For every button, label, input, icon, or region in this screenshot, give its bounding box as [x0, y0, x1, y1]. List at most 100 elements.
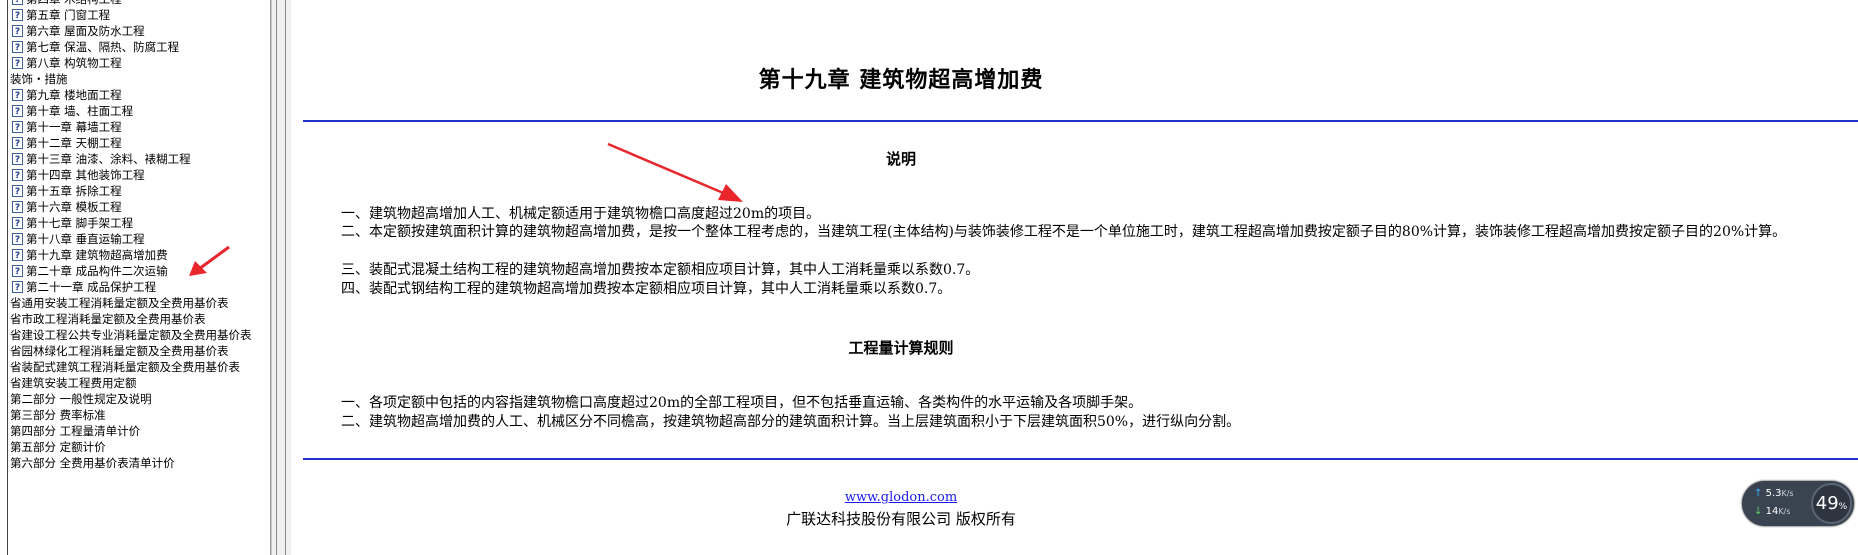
tree-category-item[interactable]: 省市政工程消耗量定额及全费用基价表	[8, 311, 270, 327]
tree-doc-item[interactable]: ? 第五章 门窗工程	[8, 7, 270, 23]
download-arrow-icon: ↓	[1754, 506, 1763, 517]
tree-item-label: 第二部分 一般性规定及说明	[10, 392, 152, 406]
divider-top	[303, 120, 1858, 122]
help-page-icon: ?	[12, 105, 23, 117]
tree-category-item[interactable]: 省建设工程公共专业消耗量定额及全费用基价表	[8, 327, 270, 343]
tree-doc-item[interactable]: ?第四章 木结构工程	[8, 0, 270, 7]
glodon-website-link[interactable]: www.glodon.com	[845, 490, 957, 505]
footer-copyright: 广联达科技股份有限公司 版权所有	[786, 510, 1016, 528]
help-page-icon: ?	[12, 249, 23, 261]
splitter-line	[285, 0, 286, 555]
tree-category-item[interactable]: 第四部分 工程量清单计价	[8, 423, 270, 439]
tree-category-item[interactable]: 第六部分 全费用基价表清单计价	[8, 455, 270, 471]
network-speed-widget[interactable]: ↑ 5.3K/s ↓ 14K/s 49%	[1742, 481, 1854, 526]
tree-item-label: 第十章 墙、柱面工程	[26, 104, 134, 118]
tree-doc-item[interactable]: ? 第十二章 天棚工程	[8, 135, 270, 151]
help-page-icon: ?	[12, 57, 23, 69]
upload-speed: ↑ 5.3K/s	[1754, 488, 1794, 499]
tree-doc-item[interactable]: ? 第六章 屋面及防水工程	[8, 23, 270, 39]
section-heading-description: 说明	[885, 150, 916, 168]
help-page-icon: ?	[12, 0, 23, 5]
tree-category-item[interactable]: 第二部分 一般性规定及说明	[8, 391, 270, 407]
tree-item-label: 第二十一章 成品保护工程	[26, 280, 157, 294]
download-speed: ↓ 14K/s	[1754, 506, 1791, 517]
tree-category-item[interactable]: 第五部分 定额计价	[8, 439, 270, 455]
splitter-line	[276, 0, 277, 555]
tree-doc-item[interactable]: ? 第七章 保温、隔热、防腐工程	[8, 39, 270, 55]
section-heading-rules: 工程量计算规则	[848, 339, 954, 357]
help-page-icon: ?	[12, 25, 23, 37]
tree-item-label: 第八章 构筑物工程	[26, 56, 122, 70]
help-page-icon: ?	[12, 41, 23, 53]
description-item-2: 二、本定额按建筑面积计算的建筑物超高增加费，是按一个整体工程考虑的，当建筑工程(…	[341, 224, 1787, 240]
tree-item-label: 第十三章 油漆、涂料、裱糊工程	[26, 152, 191, 166]
description-item-3: 三、装配式混凝土结构工程的建筑物超高增加费按本定额相应项目计算，其中人工消耗量乘…	[341, 262, 980, 278]
help-page-icon: ?	[12, 265, 23, 277]
tree-item-label: 省建设工程公共专业消耗量定额及全费用基价表	[10, 328, 252, 342]
tree-item-label: 第十一章 幕墙工程	[26, 120, 122, 134]
tree-item-label: 第四章 木结构工程	[26, 0, 122, 7]
tree-item-label: 第五部分 定额计价	[10, 440, 106, 454]
tree-item-label: 第十六章 模板工程	[26, 200, 122, 214]
tree-doc-item[interactable]: ? 第十六章 模板工程	[8, 199, 270, 215]
tree-item-label: 第四部分 工程量清单计价	[10, 424, 141, 438]
tree-category-item[interactable]: 省通用安装工程消耗量定额及全费用基价表	[8, 295, 270, 311]
tree-item-label: 第十八章 垂直运输工程	[26, 232, 145, 246]
help-page-icon: ?	[12, 121, 23, 133]
annotation-arrow-tree	[189, 245, 230, 276]
tree-item-label: 第九章 楼地面工程	[26, 88, 122, 102]
tree-doc-item[interactable]: ? 第十章 墙、柱面工程	[8, 103, 270, 119]
help-page-icon: ?	[12, 89, 23, 101]
divider-bottom	[303, 458, 1858, 460]
tree-item-label: 第七章 保温、隔热、防腐工程	[26, 40, 180, 54]
footer-link-container: www.glodon.com	[291, 490, 1511, 505]
tree-doc-item[interactable]: ? 第八章 构筑物工程	[8, 55, 270, 71]
tree-item-label: 第二十章 成品构件二次运输	[26, 264, 168, 278]
tree-item-label: 第十五章 拆除工程	[26, 184, 122, 198]
tree-item-label: 第十七章 脚手架工程	[26, 216, 134, 230]
description-item-1: 一、建筑物超高增加人工、机械定额适用于建筑物檐口高度超过20m的项目。	[341, 206, 821, 222]
tree-item-label: 第十九章 建筑物超高增加费	[26, 248, 168, 262]
tree-category-item[interactable]: 第三部分 费率标准	[8, 407, 270, 423]
help-tree[interactable]: ?第四章 木结构工程?第五章 门窗工程?第六章 屋面及防水工程?第七章 保温、隔…	[8, 0, 270, 471]
tree-category-item[interactable]: 省装配式建筑工程消耗量定额及全费用基价表	[8, 359, 270, 375]
tree-item-label: 省装配式建筑工程消耗量定额及全费用基价表	[10, 360, 240, 374]
rules-item-1: 一、各项定额中包括的内容指建筑物檐口高度超过20m的全部工程项目，但不包括垂直运…	[341, 395, 1143, 411]
tree-category-item[interactable]: 省建筑安装工程费用定额	[8, 375, 270, 391]
pane-splitter[interactable]	[271, 0, 291, 555]
tree-category-item[interactable]: 省园林绿化工程消耗量定额及全费用基价表	[8, 343, 270, 359]
tree-item-label: 第三部分 费率标准	[10, 408, 106, 422]
tree-doc-item[interactable]: ? 第十三章 油漆、涂料、裱糊工程	[8, 151, 270, 167]
tree-item-label: 第六部分 全费用基价表清单计价	[10, 456, 175, 470]
tree-item-label: 第六章 屋面及防水工程	[26, 24, 145, 38]
content-pane: 第十九章 建筑物超高增加费 说明 一、建筑物超高增加人工、机械定额适用于建筑物檐…	[291, 0, 1858, 555]
annotation-arrow-content	[607, 142, 743, 202]
tree-item-label: 第十二章 天棚工程	[26, 136, 122, 150]
upload-arrow-icon: ↑	[1754, 488, 1763, 499]
help-page-icon: ?	[12, 169, 23, 181]
tree-item-label: 省市政工程消耗量定额及全费用基价表	[10, 312, 206, 326]
tree-item-label: 装饰・措施	[10, 72, 68, 86]
tree-doc-item[interactable]: ? 第十五章 拆除工程	[8, 183, 270, 199]
help-page-icon: ?	[12, 233, 23, 245]
help-page-icon: ?	[12, 281, 23, 293]
tree-doc-item[interactable]: ? 第十一章 幕墙工程	[8, 119, 270, 135]
tree-item-label: 第十四章 其他装饰工程	[26, 168, 145, 182]
tree-doc-item[interactable]: ? 第二十一章 成品保护工程	[8, 279, 270, 295]
usage-gauge: 49%	[1811, 483, 1852, 524]
help-page-icon: ?	[12, 217, 23, 229]
help-page-icon: ?	[12, 137, 23, 149]
tree-item-label: 省园林绿化工程消耗量定额及全费用基价表	[10, 344, 229, 358]
tree-doc-item[interactable]: ? 第十七章 脚手架工程	[8, 215, 270, 231]
tree-category-item[interactable]: 装饰・措施	[8, 71, 270, 87]
tree-doc-item[interactable]: ? 第九章 楼地面工程	[8, 87, 270, 103]
description-item-4: 四、装配式钢结构工程的建筑物超高增加费按本定额相应项目计算，其中人工消耗量乘以系…	[341, 281, 952, 297]
help-page-icon: ?	[12, 9, 23, 21]
help-page-icon: ?	[12, 185, 23, 197]
page-title: 第十九章 建筑物超高增加费	[758, 67, 1044, 93]
tree-item-label: 第五章 门窗工程	[26, 8, 111, 22]
rules-item-2: 二、建筑物超高增加费的人工、机械区分不同檐高，按建筑物超高部分的建筑面积计算。当…	[341, 414, 1241, 430]
tree-item-label: 省建筑安装工程费用定额	[10, 376, 137, 390]
help-page-icon: ?	[12, 153, 23, 165]
tree-doc-item[interactable]: ? 第十四章 其他装饰工程	[8, 167, 270, 183]
